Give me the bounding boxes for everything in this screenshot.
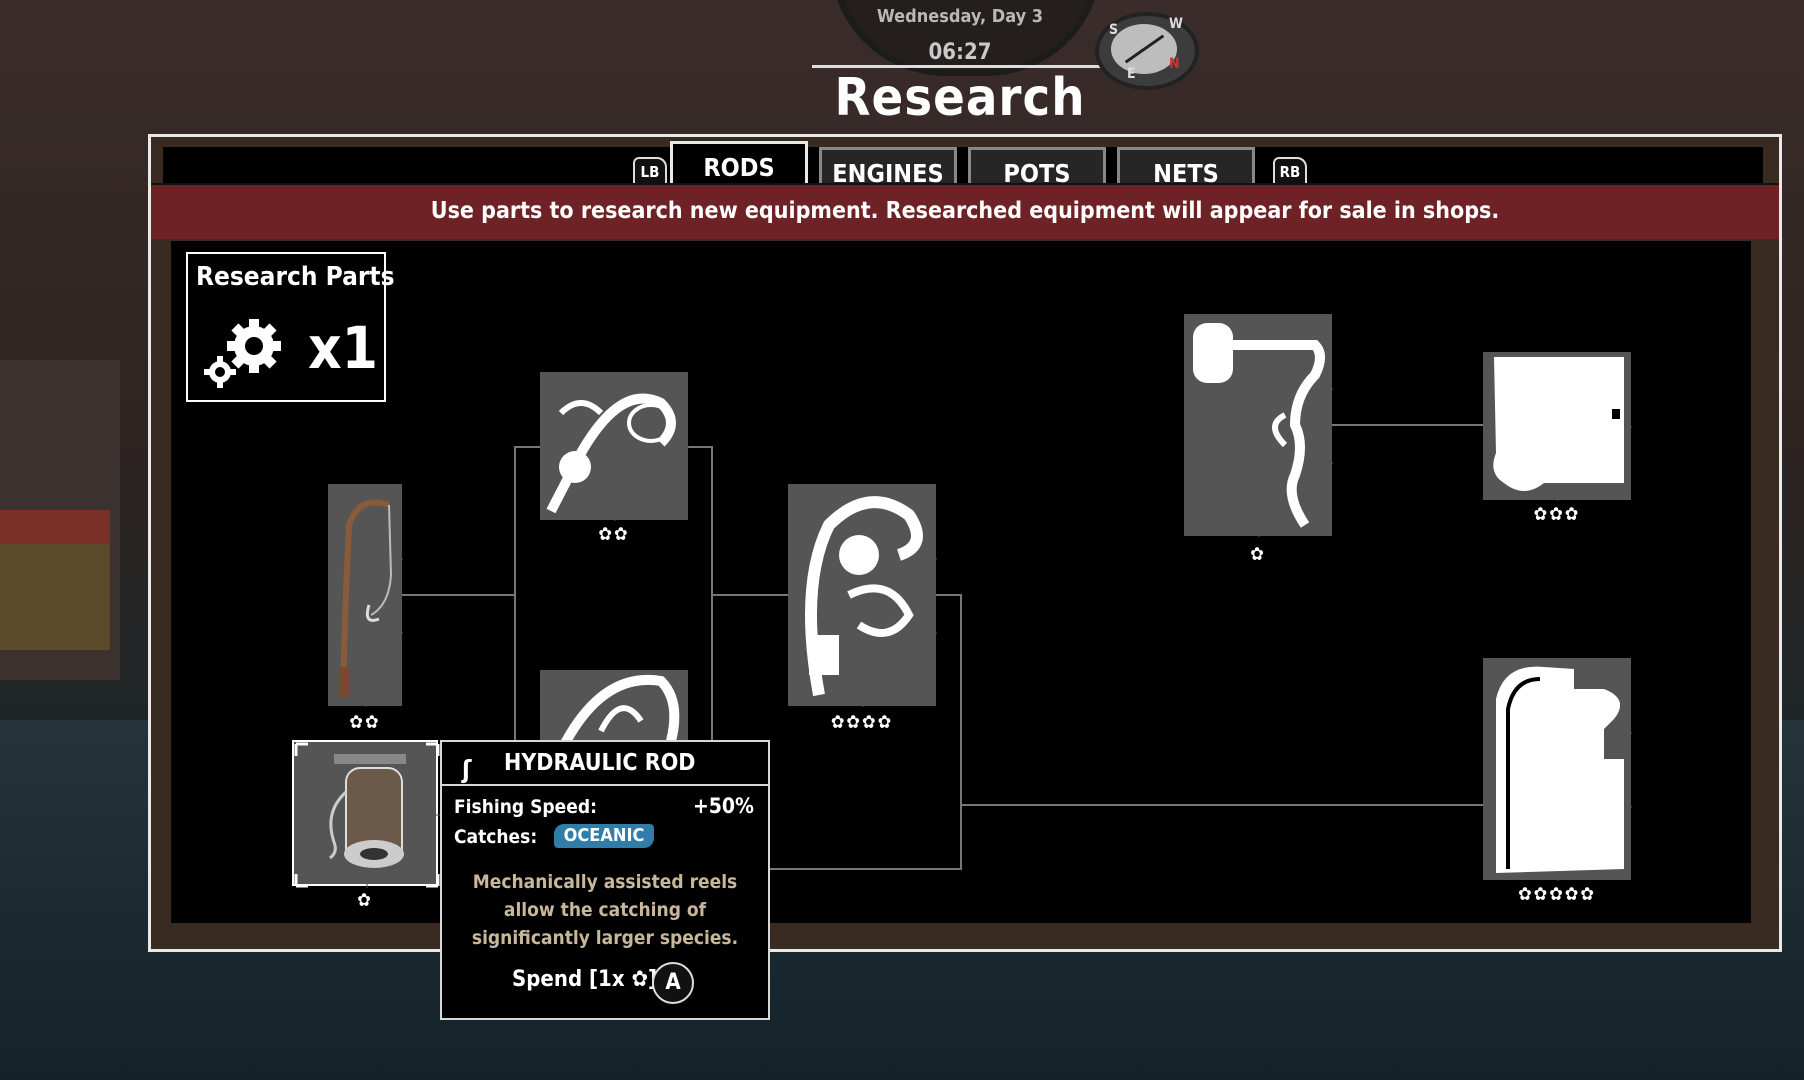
tree-connector <box>1332 424 1484 426</box>
tree-connector <box>766 868 962 870</box>
oceanic-badge: OCEANIC <box>554 824 654 848</box>
research-parts-label: Research Parts <box>196 262 395 292</box>
tooltip-description-line: allow the catching of <box>503 899 707 921</box>
cost-stars: ✿ <box>1250 544 1266 565</box>
instruction-banner: Use parts to research new equipment. Res… <box>151 183 1779 239</box>
tree-connector <box>686 446 712 448</box>
research-node-rod-tier3[interactable] <box>788 484 937 707</box>
compass-s: S <box>1109 22 1119 38</box>
tooltip-title: HYDRAULIC ROD <box>504 750 696 776</box>
tree-connector <box>711 594 789 596</box>
cost-stars: ✿✿ <box>598 524 630 545</box>
fishing-rod-icon <box>556 671 680 751</box>
day-label: Wednesday, Day 3 <box>876 6 1044 27</box>
tree-connector <box>960 594 962 870</box>
cost-stars: ✿ <box>357 890 373 911</box>
locked-silhouette-icon <box>1484 353 1632 501</box>
fishing-rod-icon <box>329 485 403 707</box>
fishing-speed-value: +50% <box>692 794 754 818</box>
gear-icon <box>204 319 281 388</box>
tree-connector <box>935 594 961 596</box>
fishing-speed-label: Fishing Speed: <box>454 796 597 818</box>
catches-label: Catches: <box>454 826 538 848</box>
research-node-basic-rod[interactable] <box>328 484 403 707</box>
a-button-icon[interactable]: A <box>652 962 694 1004</box>
hook-icon: ʃ <box>462 755 472 784</box>
research-parts-box: Research Parts x1 <box>186 252 395 402</box>
tree-connector <box>400 594 515 596</box>
research-node-hydraulic-rod[interactable] <box>292 740 440 888</box>
research-parts-count: x1 <box>308 314 378 382</box>
fishing-rod-icon <box>789 485 937 707</box>
cost-stars: ✿✿✿✿✿ <box>1518 884 1596 905</box>
tooltip-description-line: Mechanically assisted reels <box>472 871 738 893</box>
compass-w: W <box>1169 16 1183 32</box>
research-node-crane-rod[interactable] <box>1184 314 1333 537</box>
tree-connector <box>960 804 1483 806</box>
cost-stars: ✿✿✿ <box>1533 504 1581 525</box>
research-node-rod-tier2-bottom[interactable] <box>540 670 688 751</box>
research-node-locked-a[interactable] <box>1483 352 1632 501</box>
compass-n: N <box>1169 56 1180 72</box>
tooltip-header: ʃ HYDRAULIC ROD <box>442 742 768 786</box>
tooltip-description: Mechanically assisted reels allow the ca… <box>452 868 758 952</box>
cost-stars: ✿✿ <box>349 712 381 733</box>
locked-silhouette-icon <box>1484 659 1632 881</box>
item-tooltip: ʃ HYDRAULIC ROD Fishing Speed: +50% Catc… <box>440 740 770 1020</box>
cost-stars: ✿✿✿✿ <box>830 712 894 733</box>
spend-label: Spend [1x ✿] <box>512 967 658 992</box>
crane-rod-icon <box>1185 315 1333 537</box>
compass-e: E <box>1127 66 1136 82</box>
research-node-rod-tier2-top[interactable] <box>540 372 689 521</box>
background-house <box>0 510 110 650</box>
tab-bar: LB RODS ENGINES POTS NETS RB <box>163 141 1763 195</box>
time-label: 06:27 <box>928 40 992 65</box>
tooltip-description-line: significantly larger species. <box>471 927 739 949</box>
research-node-locked-b[interactable] <box>1483 658 1632 881</box>
fishing-rod-icon <box>541 373 689 521</box>
page-title: Research <box>834 68 1086 128</box>
tree-connector <box>514 446 516 742</box>
reel-icon <box>294 742 440 888</box>
